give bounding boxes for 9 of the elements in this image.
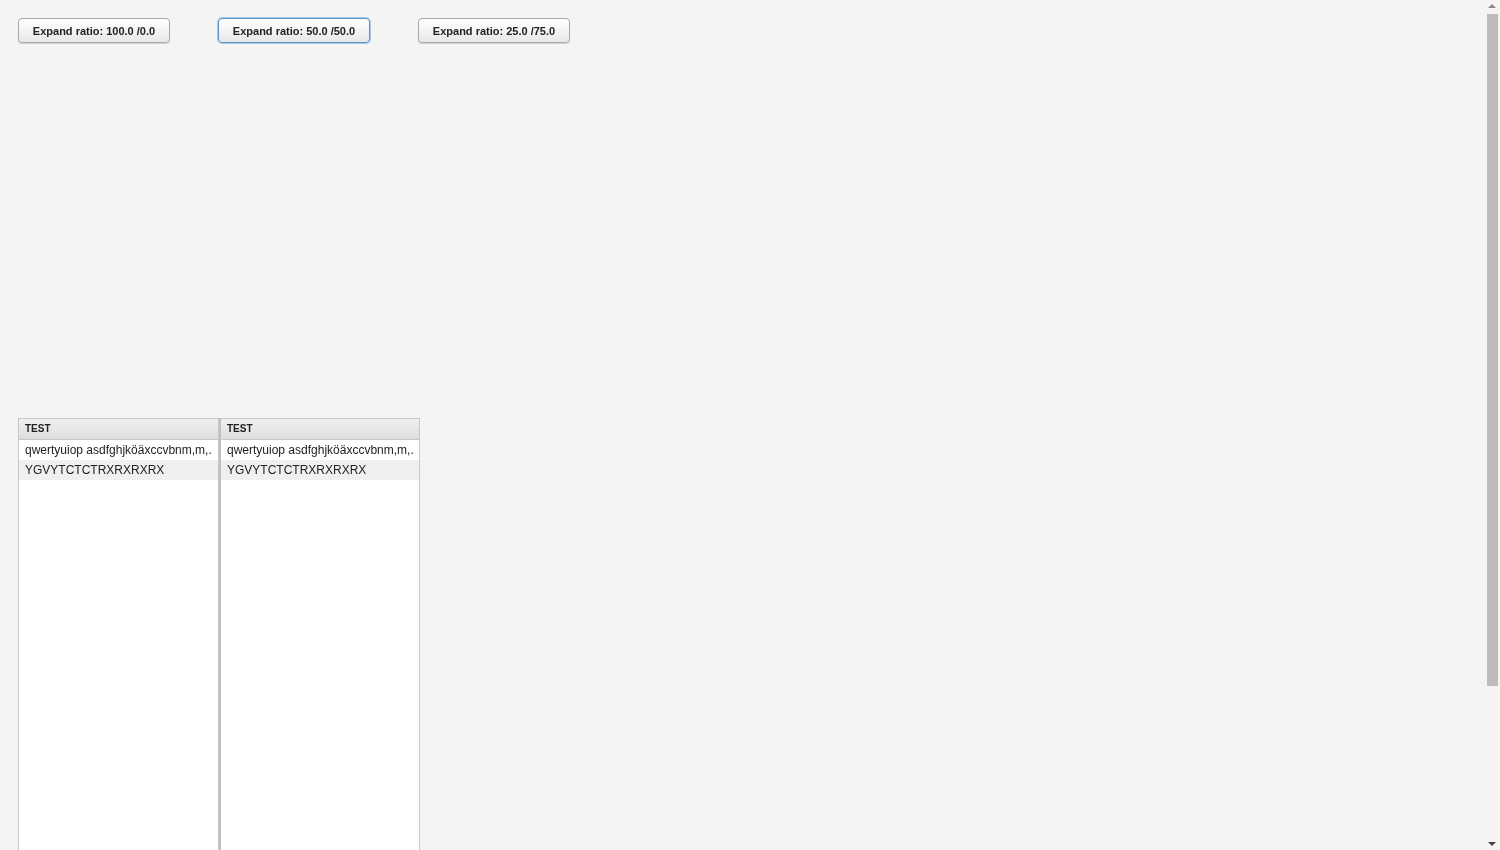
column-header[interactable]: TEST bbox=[221, 419, 419, 440]
expand-ratio-button[interactable]: Expand ratio: 100.0 /0.0 bbox=[18, 18, 170, 43]
table-row[interactable]: qwertyuiop asdfghjköäxccvbnm,m,. bbox=[221, 440, 419, 460]
column-header[interactable]: TEST bbox=[19, 419, 218, 440]
table-row[interactable]: YGVYTCTCTRXRXRXRX bbox=[221, 460, 419, 480]
table-row[interactable]: YGVYTCTCTRXRXRXRX bbox=[19, 460, 218, 480]
table-row[interactable]: qwertyuiop asdfghjköäxccvbnm,m,. bbox=[19, 440, 218, 460]
expand-ratio-button[interactable]: Expand ratio: 25.0 /75.0 bbox=[418, 18, 570, 43]
expand-ratio-button[interactable]: Expand ratio: 50.0 /50.0 bbox=[218, 18, 370, 43]
